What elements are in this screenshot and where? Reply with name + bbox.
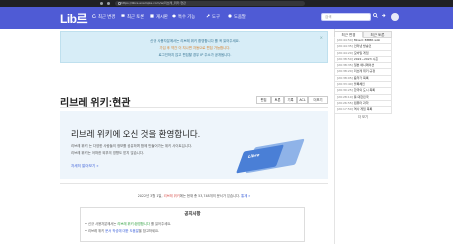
welcome-description: 리브레 위키 는 다양한 사람들의 정보를 공유하며 함께 만들어가는 위키 사… bbox=[71, 144, 193, 148]
timestamp: [20:44:50] bbox=[337, 38, 353, 42]
close-icon[interactable]: × bbox=[320, 35, 323, 40]
timestamp: [20:30:25] bbox=[337, 88, 353, 93]
page-link[interactable]: 틀:대한민국 bbox=[354, 95, 369, 99]
announcement-item: • 신규 사용자분께서는 리브레 위키:환영합니다 를 읽어주세요. bbox=[85, 221, 171, 226]
nav-recent-discussions[interactable]: 최근 토론 bbox=[121, 7, 144, 29]
stat-text: 에는 현재 총 bbox=[179, 194, 199, 198]
timestamp: [20:44:20] bbox=[337, 50, 353, 55]
nav-label: 도구 bbox=[212, 15, 220, 20]
announcement-item: • 리브레 위키 문서 작성에 대한 도움말을 참고하세요. bbox=[85, 228, 159, 233]
statistics-line: 2022년 3월 1일, 리브레 위키에는 현재 총 53,748개의 문서가 … bbox=[60, 193, 328, 198]
list-item[interactable]: [20:17:50]역사 게임 목록 bbox=[334, 107, 392, 114]
welcome-title: 리브레 위키에 오신 것을 환영합니다. bbox=[71, 129, 201, 139]
tab-recent-discussions[interactable]: 최근 토론 bbox=[363, 31, 392, 38]
discussion-button[interactable]: 토론 bbox=[271, 96, 284, 104]
wrench-icon bbox=[206, 13, 210, 17]
stat-text: 개의 문서가 있습니다. bbox=[209, 194, 242, 198]
nav-label: 최근 변경 bbox=[98, 15, 116, 20]
welcome-page-link[interactable]: 리브레 위키:환영합니다 bbox=[117, 222, 150, 226]
announcement-text: • 리브레 위키 bbox=[85, 229, 106, 233]
notice-line: 로그인하지 않고 편집할 경우 IP 주소가 공개됩니다. bbox=[158, 53, 232, 57]
nav-label: 도움말 bbox=[234, 15, 246, 20]
announcement-text: • 신규 사용자분께서는 bbox=[85, 222, 118, 226]
timestamp: [20:28:10] bbox=[337, 94, 353, 99]
page-link[interactable]: 블록체인 bbox=[354, 82, 365, 86]
site-name-link[interactable]: 리브레 위키 bbox=[164, 194, 180, 198]
address-bar[interactable]: https://libre.example.com/w/리브레_위키:현관 bbox=[115, 1, 305, 6]
page-link[interactable]: 한국의 도시 목록 bbox=[354, 88, 375, 92]
announcement-title: 공지사항 bbox=[184, 212, 201, 217]
page-link[interactable]: 인터넷 방송인 bbox=[354, 44, 372, 48]
question-icon bbox=[228, 13, 232, 18]
avatar[interactable] bbox=[391, 13, 399, 21]
board-icon bbox=[150, 13, 154, 18]
cube-icon bbox=[172, 13, 176, 18]
content-divider bbox=[60, 183, 328, 184]
page-link[interactable]: 리브레 위키:규정 bbox=[354, 69, 375, 73]
welcome-description: 리브레 위키는 어떠한 외부의 영향도 받지 않습니다. bbox=[71, 151, 145, 155]
notice-line: 신규 사용자분께서는 리브레 위키 환영합니다 를 꼭 읽어주세요. bbox=[150, 39, 240, 43]
timestamp: [20:33:40] bbox=[337, 82, 353, 87]
page-link[interactable]: 일본 애니메이션 bbox=[354, 63, 374, 67]
page-link[interactable]: 컴퓨터 과학 bbox=[354, 101, 369, 105]
page-link[interactable]: 모바일 게임 bbox=[354, 51, 369, 55]
edit-button[interactable]: 편집 bbox=[256, 96, 271, 104]
nav-recent-changes[interactable]: 최근 변경 bbox=[92, 7, 115, 29]
title-divider bbox=[60, 107, 328, 108]
learn-more-link[interactable]: 자세히 알아보기 » bbox=[71, 164, 99, 169]
page-link[interactable]: 음악가 목록 bbox=[354, 76, 369, 80]
lock-icon bbox=[118, 2, 121, 5]
recent-changes-list: [20:44:50]Mixed: BMBR wiki [20:44:35]인터넷… bbox=[334, 38, 392, 114]
more-button[interactable]: 더보기 bbox=[308, 96, 328, 104]
timestamp: [20:17:50] bbox=[337, 107, 353, 112]
timestamp: [20:38:05] bbox=[337, 75, 353, 80]
timestamp: [20:38:35] bbox=[337, 63, 353, 68]
nav-label: 게시판 bbox=[156, 15, 168, 20]
nav-tools[interactable]: 도구 bbox=[206, 7, 220, 29]
timestamp: [20:38:20] bbox=[337, 69, 353, 74]
back-icon[interactable] bbox=[100, 2, 103, 5]
timestamp: [20:38:50] bbox=[337, 56, 353, 61]
site-notice: 신규 사용자분께서는 리브레 위키 환영합니다 를 꼭 읽어주세요. 가입 후 … bbox=[60, 31, 328, 63]
nav-help[interactable]: 도움말 bbox=[228, 7, 246, 29]
nav-label: 특수 기능 bbox=[178, 15, 196, 20]
search-input[interactable]: 검색 bbox=[321, 13, 371, 21]
page-link[interactable]: 역사 게임 목록 bbox=[354, 107, 372, 111]
help-link[interactable]: 문서 작성에 대한 도움말 bbox=[105, 229, 138, 233]
more-link[interactable]: 더 보기 bbox=[334, 114, 392, 120]
page-link[interactable]: Mixed: BMBR wiki bbox=[354, 38, 380, 42]
page-link[interactable]: 2022~2023 시즌 bbox=[354, 57, 378, 61]
stat-text: 2022년 3월 1일, bbox=[137, 194, 164, 198]
announcement-text: 를 읽어주세요. bbox=[149, 222, 172, 226]
tab-recent-changes[interactable]: 최근 변경 bbox=[334, 31, 363, 38]
go-arrow-icon[interactable] bbox=[380, 13, 387, 21]
notice-line: 가입 후 약간 이 지나면 자동으로 편집 가능합니다. bbox=[159, 46, 231, 50]
nav-special[interactable]: 특수 기능 bbox=[172, 7, 195, 29]
refresh-icon bbox=[92, 13, 96, 18]
timestamp: [20:26:55] bbox=[337, 100, 353, 105]
reload-icon[interactable] bbox=[107, 2, 110, 5]
site-logo[interactable]: Lib르 bbox=[60, 9, 88, 29]
nav-board[interactable]: 게시판 bbox=[150, 7, 168, 29]
comments-icon bbox=[121, 13, 125, 17]
acl-button[interactable]: ACL bbox=[297, 96, 308, 104]
nav-label: 최근 토론 bbox=[127, 15, 145, 20]
statistics-link[interactable]: 통계 » bbox=[241, 194, 250, 198]
document-count: 53,748 bbox=[198, 194, 210, 198]
search-icon[interactable] bbox=[372, 13, 379, 21]
history-button[interactable]: 기록 bbox=[284, 96, 297, 104]
timestamp: [20:44:35] bbox=[337, 44, 353, 49]
announcement-text: 을 참고하세요. bbox=[138, 229, 160, 233]
